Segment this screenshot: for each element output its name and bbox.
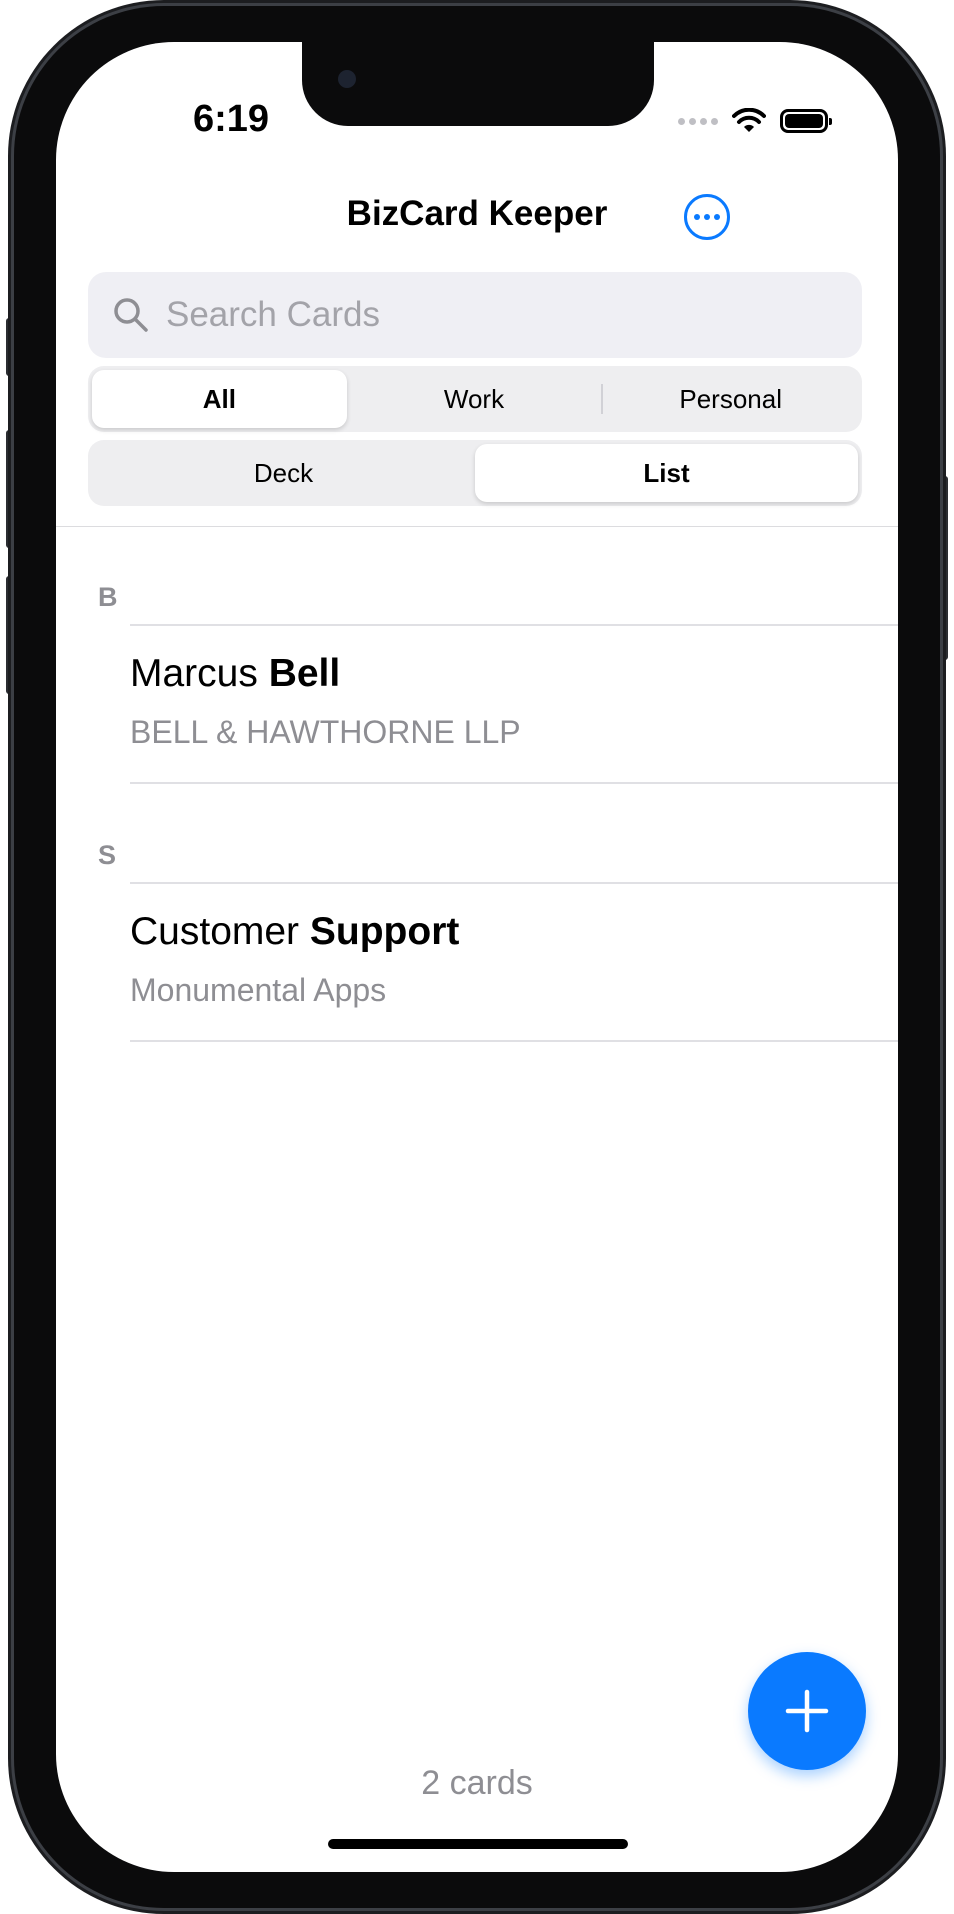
header-divider: [56, 526, 898, 527]
search-input[interactable]: [166, 272, 846, 358]
filter-segmented-control: All Work Personal: [88, 366, 862, 432]
row-divider: [130, 1040, 898, 1042]
card-last-name: Bell: [268, 652, 341, 695]
segment-personal[interactable]: Personal: [603, 370, 858, 428]
segment-deck[interactable]: Deck: [92, 444, 475, 502]
card-company: BELL & HAWTHORNE LLP: [130, 714, 521, 750]
page-title: BizCard Keeper: [346, 194, 608, 233]
card-last-name: Support: [309, 910, 460, 953]
add-card-button[interactable]: [748, 1652, 866, 1770]
cellular-signal-icon: [678, 117, 718, 125]
list-item-card[interactable]: Customer Support Monumental Apps: [130, 884, 898, 1040]
wifi-icon: [732, 108, 766, 132]
view-mode-segmented-control: Deck List: [88, 440, 862, 506]
section-header-s: S: [98, 840, 117, 870]
action-button: [6, 318, 14, 376]
segment-all[interactable]: All: [92, 370, 347, 428]
card-first-name: Customer: [130, 910, 300, 953]
row-divider: [130, 782, 898, 784]
card-name: Marcus Bell: [130, 652, 340, 696]
front-camera: [338, 70, 356, 88]
segment-work[interactable]: Work: [347, 370, 602, 428]
volume-up-button: [6, 430, 14, 548]
search-bar[interactable]: [88, 272, 862, 358]
plus-icon: [785, 1689, 829, 1733]
device-frame: 6:19 BizCard Keeper All Work Per: [14, 6, 940, 1908]
home-indicator[interactable]: [328, 1839, 628, 1849]
card-first-name: Marcus: [130, 652, 258, 695]
more-options-button[interactable]: [684, 194, 730, 240]
app-screen: 6:19 BizCard Keeper All Work Per: [56, 42, 898, 1872]
segment-list[interactable]: List: [475, 444, 858, 502]
section-header-b: B: [98, 582, 118, 612]
card-name: Customer Support: [130, 910, 459, 954]
ellipsis-circle-icon: [694, 214, 700, 220]
power-button: [940, 476, 948, 660]
notch: [302, 42, 654, 126]
status-time: 6:19: [192, 98, 270, 140]
card-count-label: 2 cards: [421, 1764, 533, 1802]
volume-down-button: [6, 576, 14, 694]
battery-icon: [780, 109, 832, 133]
status-indicators: [678, 104, 832, 138]
search-icon: [114, 298, 148, 332]
list-item-card[interactable]: Marcus Bell BELL & HAWTHORNE LLP: [130, 626, 898, 782]
card-company: Monumental Apps: [130, 972, 387, 1008]
